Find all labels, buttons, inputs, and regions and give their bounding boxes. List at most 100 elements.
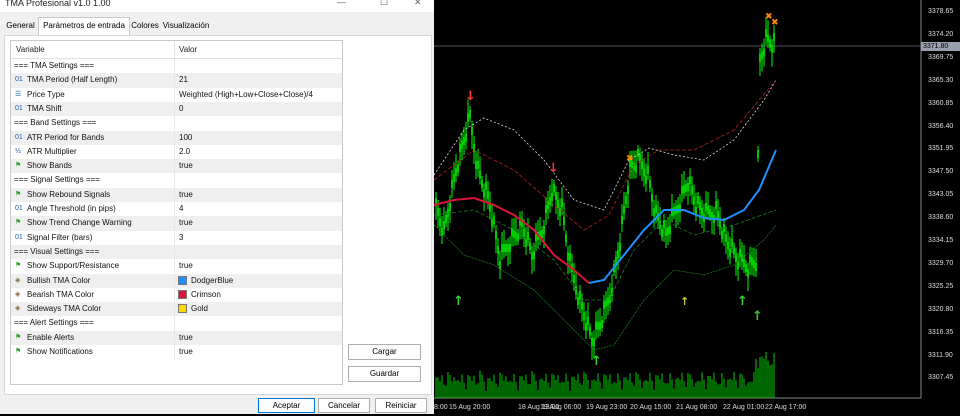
price-tick-label: 3307.45 xyxy=(928,374,954,382)
param-value[interactable]: 100 xyxy=(179,133,192,142)
table-row[interactable]: === Band Settings === xyxy=(11,116,342,131)
table-row[interactable]: === Visual Settings === xyxy=(11,244,342,260)
candle-body xyxy=(639,153,641,162)
color-swatch[interactable] xyxy=(178,289,187,299)
candle-body xyxy=(705,203,707,211)
grid-header: Variable Valor xyxy=(11,41,342,59)
candle-body xyxy=(457,164,459,173)
param-value[interactable]: Weighted (High+Low+Close+Close)/4 xyxy=(179,90,313,99)
param-name: === Visual Settings === xyxy=(14,246,100,256)
param-name: Angle Threshold (in pips) xyxy=(27,204,116,213)
candle-body xyxy=(573,275,575,283)
boolean-flag-icon: ⚑ xyxy=(15,219,22,227)
candle-body xyxy=(773,33,775,41)
param-value[interactable]: Crimson xyxy=(191,290,221,299)
candle-body xyxy=(739,249,741,257)
table-row[interactable]: 01 TMA Period (Half Length) 21 xyxy=(11,73,342,88)
price-tick-label: 3360.85 xyxy=(928,99,954,107)
buy-arrow-icon: ↑ xyxy=(453,294,464,309)
price-tick-label: 3343.05 xyxy=(928,191,954,199)
table-row[interactable]: 01 TMA Shift 0 xyxy=(11,101,342,117)
color-palette-icon: ◈ xyxy=(15,305,21,313)
param-value[interactable]: true xyxy=(179,261,193,270)
candle-body xyxy=(459,144,461,152)
column-header-variable[interactable]: Variable xyxy=(16,45,45,54)
candle-body xyxy=(751,257,753,266)
table-row[interactable]: ⚑ Show Notifications true xyxy=(11,345,342,360)
table-row[interactable]: 01 ATR Period for Bands 100 xyxy=(11,130,342,145)
boolean-flag-icon: ⚑ xyxy=(15,333,22,341)
candle-body xyxy=(697,196,699,204)
candle-body xyxy=(487,191,489,200)
candle-body xyxy=(547,201,549,209)
current-price-label: 3371.80 xyxy=(921,42,960,51)
maximize-icon[interactable]: ☐ xyxy=(380,0,388,8)
param-value[interactable]: true xyxy=(179,347,193,356)
table-row[interactable]: ◈ Sideways TMA Color Gold xyxy=(11,302,342,317)
candle-body xyxy=(531,252,533,260)
close-icon[interactable]: ✕ xyxy=(414,0,422,8)
tab-colors[interactable]: Colores xyxy=(129,19,161,33)
candle-body xyxy=(569,253,571,261)
candle-body xyxy=(463,137,465,145)
tab-visualization[interactable]: Visualización xyxy=(162,19,210,33)
candle-body xyxy=(735,253,737,262)
table-row[interactable]: ◈ Bearish TMA Color Crimson xyxy=(11,287,342,303)
column-header-value[interactable]: Valor xyxy=(179,45,197,54)
candle-body xyxy=(583,312,585,321)
table-row[interactable]: 01 Signal Filter (bars) 3 xyxy=(11,230,342,245)
param-value[interactable]: true xyxy=(179,333,193,342)
param-value[interactable]: 0 xyxy=(179,104,183,113)
param-value[interactable]: DodgerBlue xyxy=(191,276,233,285)
param-value[interactable]: true xyxy=(179,161,193,170)
cancel-button[interactable]: Cancelar xyxy=(318,398,370,413)
table-row[interactable]: ⚑ Show Trend Change Warning true xyxy=(11,216,342,231)
price-chart[interactable]: ↓ ↓ ↑ ↑ ↑ ↑ ↑ ✖ ✖ ✖ 3378.65 3374.20 3369.75 3365.30 3… xyxy=(433,0,960,414)
candle-body xyxy=(699,202,701,210)
price-tick-label: 3378.65 xyxy=(928,8,954,15)
param-value[interactable]: true xyxy=(179,190,193,199)
param-value[interactable]: 21 xyxy=(179,75,188,84)
ok-button[interactable]: Aceptar xyxy=(258,398,315,413)
color-swatch[interactable] xyxy=(178,304,187,314)
candle-body xyxy=(449,203,451,211)
param-value[interactable]: 4 xyxy=(179,204,183,213)
table-row[interactable]: ½ ATR Multiplier 2.0 xyxy=(11,144,342,160)
param-name: Show Support/Resistance xyxy=(27,261,120,271)
reset-button[interactable]: Reiniciar xyxy=(375,398,427,413)
load-button[interactable]: Cargar xyxy=(348,344,421,360)
integer-icon: 01 xyxy=(15,104,23,112)
candle-body xyxy=(759,54,761,62)
price-tick-label: 3351.95 xyxy=(928,145,954,153)
candle-body xyxy=(479,170,481,179)
table-row[interactable]: ☰ Price Type Weighted (High+Low+Close+Clos… xyxy=(11,87,342,102)
candle-body xyxy=(541,230,543,238)
tab-general[interactable]: General xyxy=(4,19,37,33)
table-row[interactable]: ⚑ Show Rebound Signals true xyxy=(11,187,342,202)
table-row[interactable]: === TMA Settings === xyxy=(11,59,342,74)
param-value[interactable]: 2.0 xyxy=(179,147,190,156)
table-row[interactable]: ⚑ Show Support/Resistance true xyxy=(11,259,342,274)
candle-body xyxy=(497,246,499,255)
color-swatch[interactable] xyxy=(178,275,187,285)
table-row[interactable]: === Signal Settings === xyxy=(11,173,342,188)
param-value[interactable]: Gold xyxy=(191,304,208,313)
candle-body xyxy=(451,180,453,188)
save-button[interactable]: Guardar xyxy=(348,366,421,382)
candle-body xyxy=(729,248,731,257)
minimize-icon[interactable]: — xyxy=(337,0,346,7)
price-tick-label: 3316.35 xyxy=(928,328,954,336)
tab-input-parameters[interactable]: Parámetros de entrada xyxy=(38,17,130,36)
time-tick-label: 20 Aug 15:00 xyxy=(630,404,672,411)
table-row[interactable]: ⚑ Show Bands true xyxy=(11,159,342,174)
table-row[interactable]: 01 Angle Threshold (in pips) 4 xyxy=(11,202,342,217)
param-name: TMA Period (Half Length) xyxy=(27,75,118,85)
table-row[interactable]: === Alert Settings === xyxy=(11,316,342,331)
param-value[interactable]: true xyxy=(179,218,193,227)
table-row[interactable]: ◈ Bullish TMA Color DodgerBlue xyxy=(11,273,342,288)
table-row[interactable]: ⚑ Enable Alerts true xyxy=(11,330,342,345)
parameters-grid[interactable]: Variable Valor === TMA Settings === 01 TMA… xyxy=(10,40,343,385)
param-value[interactable]: 3 xyxy=(179,233,183,242)
candle-body xyxy=(509,244,511,252)
candle-body xyxy=(767,34,769,43)
